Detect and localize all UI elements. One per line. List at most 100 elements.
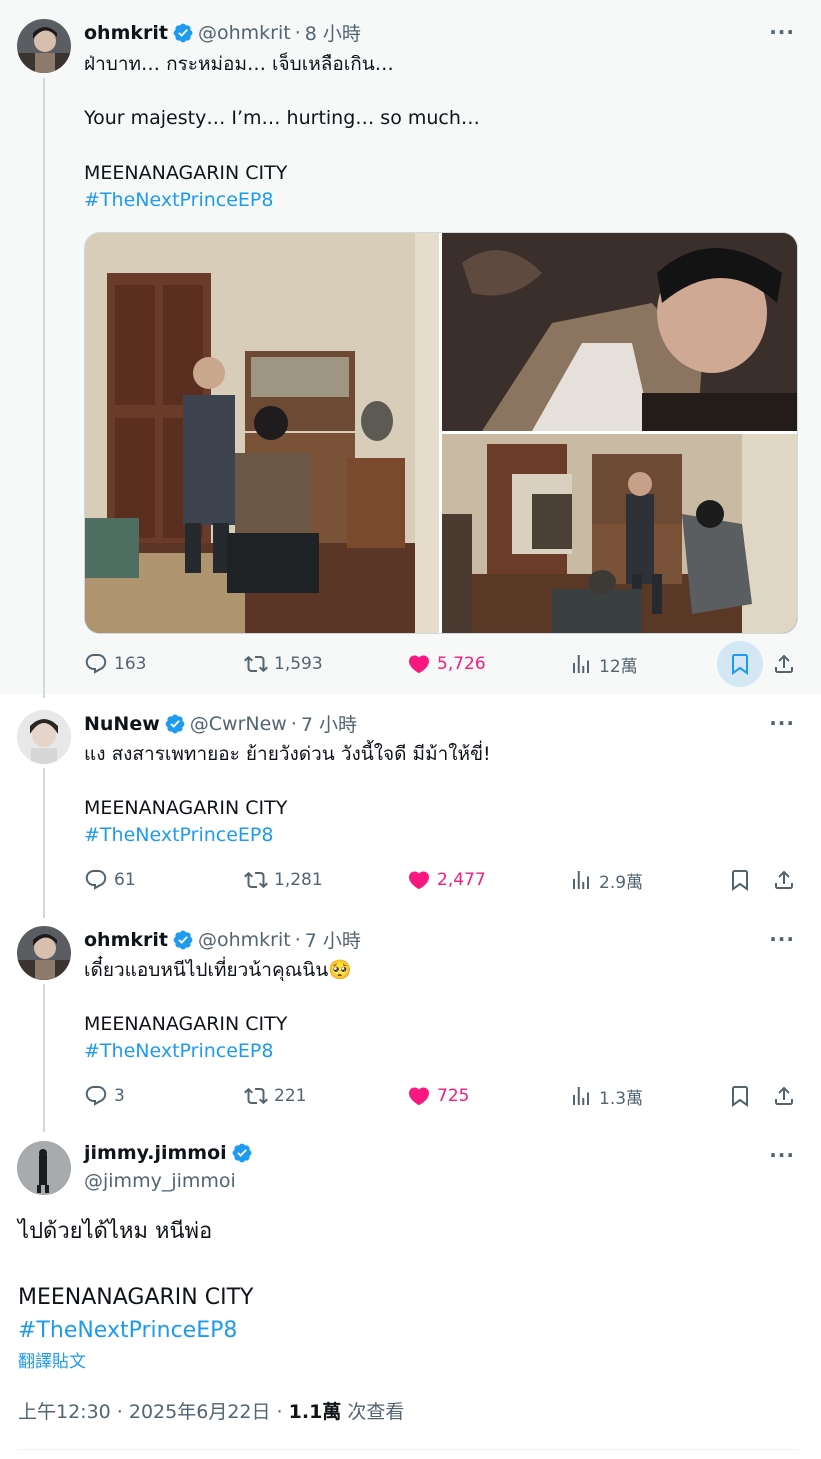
photo-3[interactable] xyxy=(442,434,797,633)
tweet-text-line: MEENANAGARIN CITY xyxy=(84,797,288,819)
views-button[interactable]: 2.9萬 xyxy=(569,860,643,900)
avatar[interactable] xyxy=(17,926,71,980)
verified-badge-icon xyxy=(173,23,193,42)
share-button[interactable] xyxy=(761,857,807,903)
share-button[interactable] xyxy=(761,641,807,687)
heart-filled-icon xyxy=(408,871,430,890)
tweet-text-line: ไปด้วยได้ไหม หนีพ่อ xyxy=(18,1219,213,1244)
verified-badge-icon xyxy=(232,1143,252,1163)
verified-badge-icon xyxy=(165,714,185,733)
views-button[interactable]: 1.3萬 xyxy=(569,1076,643,1116)
thread-line xyxy=(43,78,45,698)
views-count: 1.3萬 xyxy=(599,1088,644,1109)
tweet-actions: 163 1,593 5,726 12萬 xyxy=(84,641,796,687)
retweet-icon xyxy=(244,655,268,673)
more-options-icon[interactable]: ··· xyxy=(769,711,795,735)
retweet-count: 221 xyxy=(274,1086,307,1106)
tweet-text-line: Your majesty… I’m… hurting… so much… xyxy=(84,107,480,129)
more-options-icon[interactable]: ··· xyxy=(769,927,795,951)
separator: · xyxy=(290,712,297,735)
author-name[interactable]: NuNew xyxy=(84,713,160,735)
reply-count: 61 xyxy=(114,870,136,890)
analytics-icon xyxy=(573,655,589,673)
retweet-count: 1,593 xyxy=(274,654,323,674)
like-button[interactable]: 2,477 xyxy=(407,860,486,900)
analytics-icon xyxy=(573,1087,589,1105)
tweet-text-line: MEENANAGARIN CITY xyxy=(84,1013,288,1035)
bookmark-icon xyxy=(732,1086,748,1107)
reply-icon xyxy=(85,654,107,674)
like-count: 2,477 xyxy=(437,870,486,890)
hashtag-link[interactable]: #TheNextPrinceEP8 xyxy=(84,187,273,214)
avatar[interactable] xyxy=(17,1141,71,1195)
post-views-count: 1.1萬 xyxy=(288,1401,342,1423)
thread-line xyxy=(43,984,45,1132)
hashtag-link[interactable]: #TheNextPrinceEP8 xyxy=(84,1038,273,1065)
author-name[interactable]: jimmy.jimmoi xyxy=(84,1142,227,1164)
more-options-icon[interactable]: ··· xyxy=(769,20,795,44)
views-button[interactable]: 12萬 xyxy=(569,644,638,684)
tweet-text-line: ฝ่าบาท… กระหม่อม… เจ็บเหลือเกิน… xyxy=(84,53,394,75)
tweet-text-line: แง สงสารเพทายอะ ย้ายวังด่วน วังนี้ใจดี ม… xyxy=(84,743,491,765)
reply-button[interactable]: 3 xyxy=(84,1076,125,1116)
translate-post-link[interactable]: 翻譯貼文 xyxy=(18,1350,86,1374)
like-count: 725 xyxy=(437,1086,470,1106)
reply-count: 163 xyxy=(114,654,147,674)
author-name[interactable]: ohmkrit xyxy=(84,22,168,44)
reply-count: 3 xyxy=(114,1086,125,1106)
views-count: 2.9萬 xyxy=(599,872,644,893)
bookmark-button[interactable] xyxy=(717,641,763,687)
photo-2[interactable] xyxy=(442,233,797,431)
hashtag-link[interactable]: #TheNextPrinceEP8 xyxy=(18,1315,237,1347)
heart-filled-icon xyxy=(408,655,430,674)
reply-icon xyxy=(85,1086,107,1106)
retweet-button[interactable]: 221 xyxy=(244,1076,306,1116)
like-button[interactable]: 725 xyxy=(407,1076,469,1116)
views-count: 12萬 xyxy=(599,656,638,677)
bookmark-icon xyxy=(732,654,748,675)
reply-icon xyxy=(85,870,107,890)
analytics-icon xyxy=(573,871,589,889)
avatar[interactable] xyxy=(17,19,71,73)
divider xyxy=(18,1449,798,1450)
tweet-text-line: เดี๋ยวแอบหนีไปเที่ยวน้าคุณนิน🥺 xyxy=(84,959,352,981)
author-handle[interactable]: @ohmkrit xyxy=(198,929,291,951)
bookmark-button[interactable] xyxy=(717,1073,763,1119)
share-icon xyxy=(775,654,793,673)
share-icon xyxy=(775,870,793,889)
author-handle[interactable]: @CwrNew xyxy=(190,713,287,735)
share-button[interactable] xyxy=(761,1073,807,1119)
author-name[interactable]: ohmkrit xyxy=(84,929,168,951)
retweet-count: 1,281 xyxy=(274,870,323,890)
author-handle[interactable]: @jimmy_jimmoi xyxy=(84,1170,236,1192)
post-meta: 上午12:30 · 2025年6月22日 · 1.1萬 次查看 xyxy=(18,1399,404,1426)
retweet-button[interactable]: 1,281 xyxy=(244,860,323,900)
like-button[interactable]: 5,726 xyxy=(407,644,486,684)
heart-filled-icon xyxy=(408,1087,430,1106)
post-timestamp[interactable]: 上午12:30 · 2025年6月22日 · xyxy=(18,1401,289,1423)
tweet-actions: 3 221 725 1.3萬 xyxy=(84,1076,796,1116)
retweet-button[interactable]: 1,593 xyxy=(244,644,323,684)
media-grid xyxy=(84,232,798,634)
tweet-actions: 61 1,281 2,477 2.9萬 xyxy=(84,860,796,900)
bookmark-icon xyxy=(732,870,748,891)
timestamp[interactable]: 7 小時 xyxy=(301,710,357,737)
author-handle[interactable]: @ohmkrit xyxy=(198,22,291,44)
verified-badge-icon xyxy=(173,930,193,949)
like-count: 5,726 xyxy=(437,654,486,674)
timestamp[interactable]: 8 小時 xyxy=(305,19,361,46)
photo-1[interactable] xyxy=(85,233,439,633)
tweet-text-line: MEENANAGARIN CITY xyxy=(18,1285,254,1310)
reply-button[interactable]: 163 xyxy=(84,644,146,684)
avatar[interactable] xyxy=(17,710,71,764)
timestamp[interactable]: 7 小時 xyxy=(305,926,361,953)
share-icon xyxy=(775,1086,793,1105)
reply-button[interactable]: 61 xyxy=(84,860,136,900)
retweet-icon xyxy=(244,871,268,889)
bookmark-button[interactable] xyxy=(717,857,763,903)
separator: · xyxy=(294,21,301,44)
post-views-label: 次查看 xyxy=(341,1401,405,1423)
hashtag-link[interactable]: #TheNextPrinceEP8 xyxy=(84,822,273,849)
separator: · xyxy=(294,928,301,951)
more-options-icon[interactable]: ··· xyxy=(769,1143,795,1167)
